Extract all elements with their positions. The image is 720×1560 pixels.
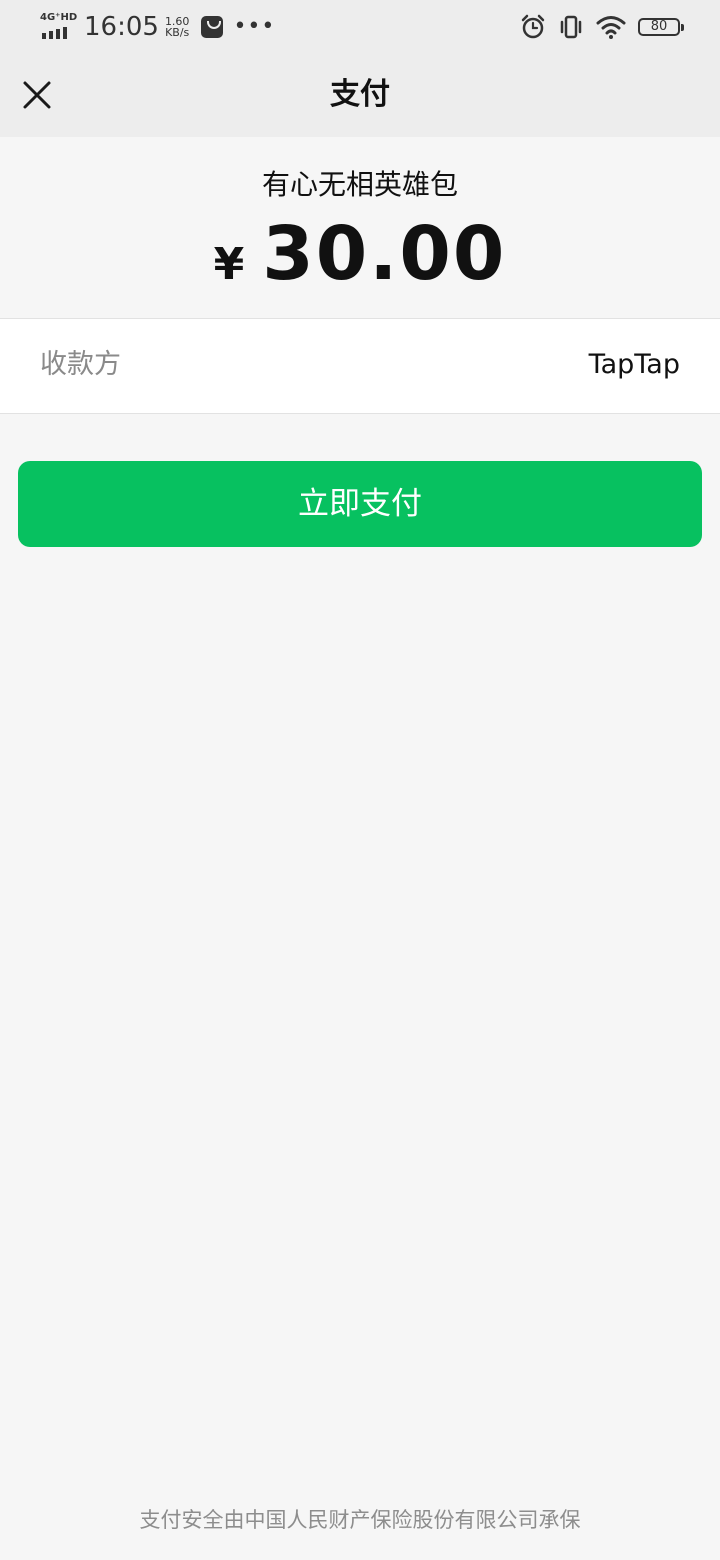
status-bar: 4G⁺HD 16:05 1.60 KB/s ••• 80 [0, 0, 720, 56]
notification-app-icon [201, 16, 224, 38]
page-title: 支付 [330, 77, 390, 112]
battery-level: 80 [650, 19, 668, 34]
payee-label: 收款方 [40, 349, 121, 380]
nav-bar: 支付 [0, 56, 720, 137]
more-notifications-icon: ••• [233, 14, 276, 39]
network-type: 4G⁺HD [40, 12, 78, 23]
battery-icon: 80 [638, 18, 684, 36]
network-speed-unit: KB/s [165, 26, 190, 39]
status-left: 4G⁺HD 16:05 1.60 KB/s ••• [40, 12, 275, 42]
signal-icon: 4G⁺HD [40, 13, 78, 41]
product-name: 有心无相英雄包 [261, 168, 458, 201]
alarm-icon [521, 14, 545, 39]
status-right: 80 [508, 14, 684, 40]
vibrate-icon [560, 15, 582, 39]
payment-amount: ¥ 30.00 [0, 209, 720, 299]
pay-now-button[interactable]: 立即支付 [18, 461, 702, 547]
order-summary: 有心无相英雄包 ¥ 30.00 [0, 137, 720, 318]
currency-symbol: ¥ [213, 239, 245, 290]
amount-value: 30.00 [262, 211, 507, 297]
payee-value: TapTap [588, 349, 680, 380]
status-time: 16:05 [84, 12, 159, 42]
wifi-icon [596, 16, 626, 39]
network-speed: 1.60 KB/s [165, 16, 190, 38]
payee-row: 收款方 TapTap [0, 318, 720, 414]
insurance-note: 支付安全由中国人民财产保险股份有限公司承保 [139, 1508, 581, 1532]
